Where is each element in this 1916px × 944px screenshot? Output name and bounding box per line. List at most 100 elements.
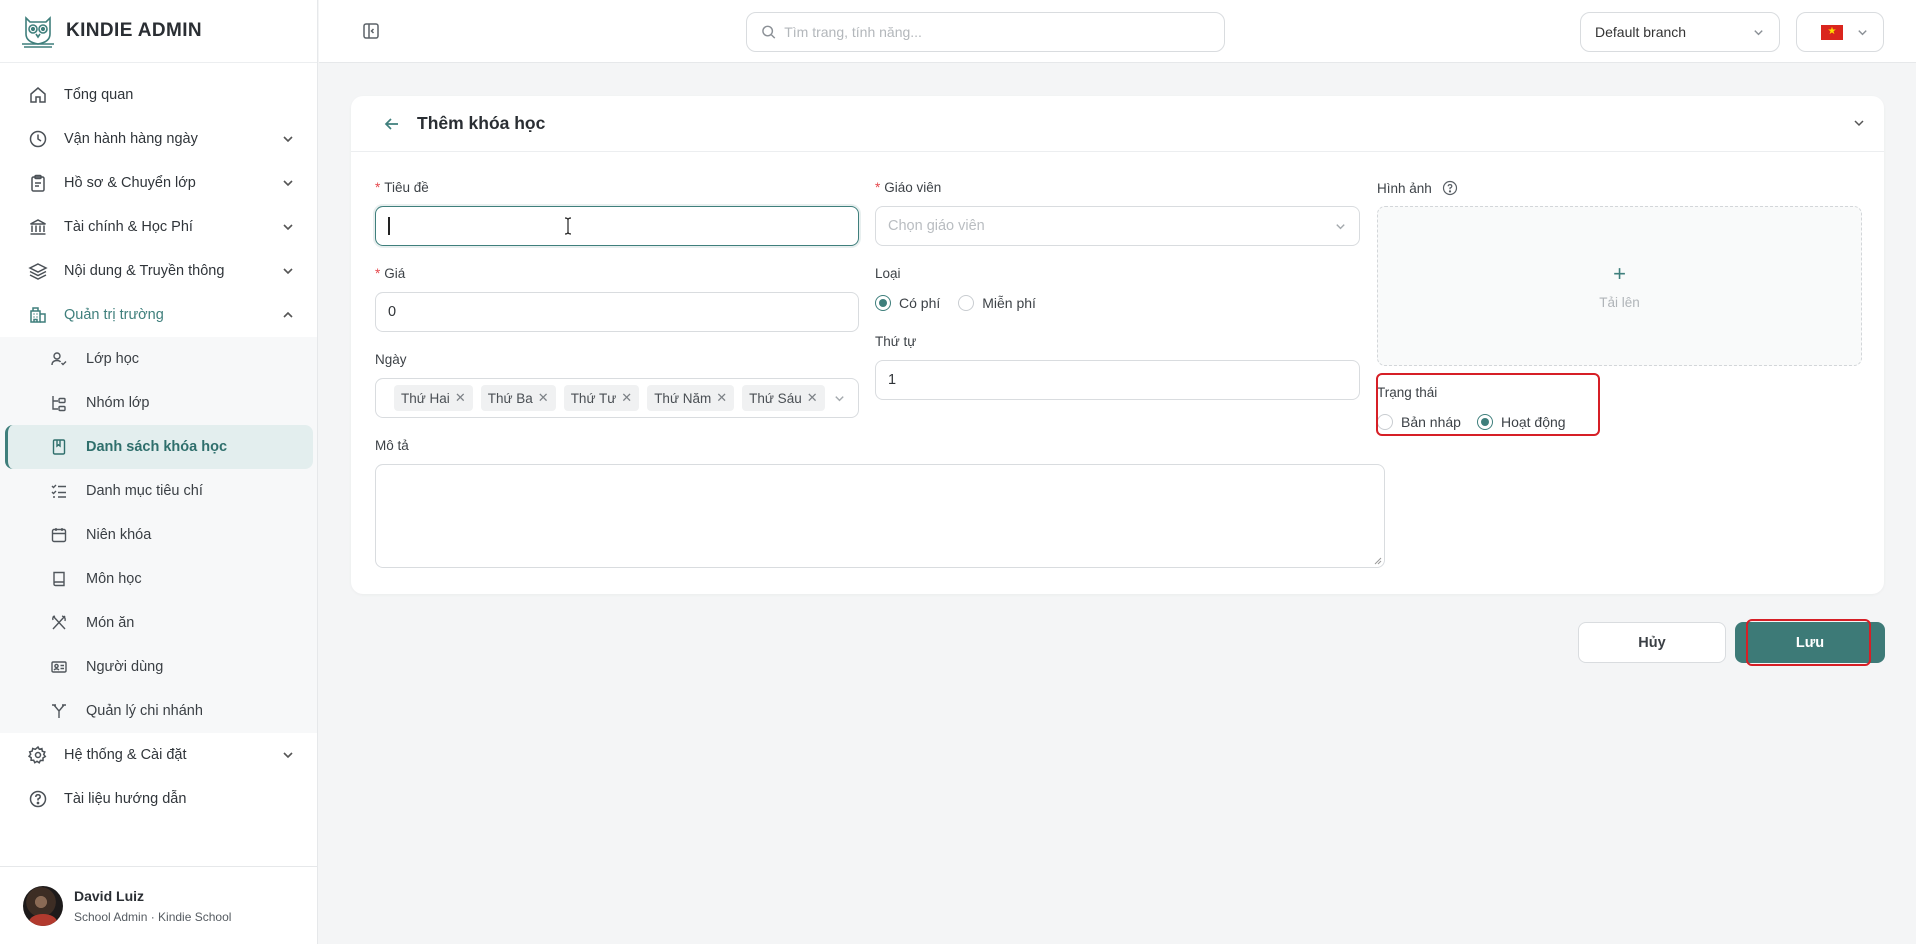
search-input[interactable]: [784, 24, 1224, 40]
sidebar-subitem-school-year[interactable]: Niên khóa: [5, 513, 313, 557]
user-profile[interactable]: David Luiz School Admin · Kindie School: [0, 866, 318, 944]
image-label-text: Hình ảnh: [1377, 181, 1432, 196]
sidebar-subitem-label: Món ăn: [86, 615, 135, 631]
day-tag: Thứ Tư ✕: [563, 385, 640, 411]
days-multiselect[interactable]: Thứ Hai ✕ Thứ Ba ✕ Thứ Tư ✕ Thứ Năm ✕ Thứ Sá…: [375, 378, 859, 418]
layers-icon: [28, 263, 48, 280]
chevron-down-icon: [283, 224, 293, 231]
sidebar-subitem-label: Danh mục tiêu chí: [86, 483, 203, 499]
type-option-paid[interactable]: Có phí: [875, 295, 940, 311]
chevron-down-icon: [1858, 29, 1867, 35]
sidebar-item-settings[interactable]: Hệ thống & Cài đặt: [0, 733, 317, 777]
sidebar-item-daily-operations[interactable]: Vận hành hàng ngày: [0, 117, 317, 161]
sidebar-item-content[interactable]: Nội dung & Truyền thông: [0, 249, 317, 293]
sidebar-item-label: Tài chính & Học Phí: [64, 219, 193, 235]
language-select[interactable]: ★: [1796, 12, 1884, 52]
branch-select[interactable]: Default branch: [1580, 12, 1780, 52]
radio-label: Bản nháp: [1401, 414, 1461, 430]
search-box[interactable]: [746, 12, 1225, 52]
sidebar-item-records[interactable]: Hồ sơ & Chuyển lớp: [0, 161, 317, 205]
remove-tag-icon[interactable]: ✕: [621, 390, 632, 406]
add-course-card: Thêm khóa học * Tiêu đề * Giá 0 Ngày Thứ H…: [351, 96, 1884, 594]
radio-unselected[interactable]: [1377, 414, 1393, 430]
day-tag: Thứ Sáu ✕: [742, 385, 825, 411]
teacher-label-text: Giáo viên: [884, 180, 942, 195]
radio-unselected[interactable]: [958, 295, 975, 311]
topbar: Default branch ★: [319, 0, 1916, 63]
cancel-button[interactable]: Hủy: [1578, 622, 1726, 663]
sidebar-item-finance[interactable]: Tài chính & Học Phí: [0, 205, 317, 249]
radio-selected[interactable]: [875, 295, 891, 311]
status-option-draft[interactable]: Bản nháp: [1377, 414, 1461, 430]
day-tag-label: Thứ Tư: [570, 390, 617, 406]
sidebar-subitem-classes[interactable]: Lớp học: [5, 337, 313, 381]
ibeam-cursor-icon: [564, 217, 572, 235]
clipboard-icon: [31, 174, 45, 192]
radio-selected[interactable]: [1476, 414, 1493, 430]
sidebar-subitem-subjects[interactable]: Môn học: [5, 557, 313, 601]
chevron-up-icon: [283, 311, 293, 318]
price-field-value: 0: [388, 304, 397, 320]
chevron-down-icon: [283, 136, 293, 143]
sidebar-item-label: Tài liệu hướng dẫn: [64, 791, 187, 807]
sidebar-subitem-label: Niên khóa: [86, 527, 152, 543]
chevron-down-icon: [835, 395, 844, 401]
sidebar-subitem-criteria[interactable]: Danh mục tiêu chí: [5, 469, 313, 513]
clock-icon: [29, 130, 47, 148]
description-textarea[interactable]: [375, 464, 1385, 568]
card-header: Thêm khóa học: [351, 96, 1884, 152]
price-label: * Giá: [375, 266, 405, 281]
question-circle-icon[interactable]: [1442, 180, 1458, 196]
image-upload[interactable]: + Tải lên: [1377, 206, 1862, 366]
upload-label: Tải lên: [1599, 294, 1640, 310]
price-field[interactable]: 0: [375, 292, 859, 332]
resize-grip-icon[interactable]: [1374, 557, 1382, 565]
image-label: Hình ảnh: [1377, 180, 1458, 196]
sidebar-subitem-meals[interactable]: Món ăn: [5, 601, 313, 645]
type-label: Loại: [875, 266, 901, 281]
chevron-down-icon[interactable]: [1852, 116, 1866, 130]
brand-name: KINDIE ADMIN: [66, 20, 203, 41]
building-icon: [30, 307, 46, 323]
arrow-left-icon[interactable]: [383, 115, 401, 133]
save-button[interactable]: Lưu: [1735, 622, 1885, 663]
teacher-select[interactable]: Chọn giáo viên: [875, 206, 1360, 246]
sidebar-subitem-users[interactable]: Người dùng: [5, 645, 313, 689]
remove-tag-icon[interactable]: ✕: [538, 390, 549, 406]
bookmark-book-icon: [52, 439, 66, 455]
sidebar-subitem-course-list[interactable]: Danh sách khóa học: [5, 425, 313, 469]
book-icon: [53, 571, 65, 587]
branch-icon: [52, 704, 66, 718]
vietnam-flag-icon: ★: [1821, 24, 1843, 40]
school-admin-submenu: Lớp học Nhóm lớp Danh sách khóa học Danh…: [0, 337, 317, 733]
chevron-down-icon: [283, 268, 293, 275]
sidebar-subitem-class-groups[interactable]: Nhóm lớp: [5, 381, 313, 425]
order-field[interactable]: 1: [875, 360, 1360, 400]
type-option-free[interactable]: Miễn phí: [958, 295, 1036, 311]
remove-tag-icon[interactable]: ✕: [807, 390, 818, 406]
status-label: Trạng thái: [1377, 385, 1438, 400]
owl-logo-icon: [22, 16, 54, 48]
utensils-icon: [52, 615, 66, 630]
sidebar-subitem-branches[interactable]: Quản lý chi nhánh: [5, 689, 313, 733]
required-mark: *: [375, 266, 381, 281]
chevron-down-icon: [283, 180, 293, 187]
group-tree-icon: [52, 396, 66, 412]
status-option-active[interactable]: Hoạt động: [1476, 414, 1566, 430]
price-label-text: Giá: [384, 266, 406, 281]
sidebar-item-school-admin[interactable]: Quản trị trường: [0, 293, 317, 337]
brand[interactable]: KINDIE ADMIN: [0, 0, 317, 63]
branch-select-value: Default branch: [1595, 24, 1687, 40]
sidebar-toggle-icon[interactable]: [362, 22, 380, 40]
sidebar-item-overview[interactable]: Tổng quan: [0, 73, 317, 117]
sidebar-item-label: Vận hành hàng ngày: [64, 131, 198, 147]
title-field[interactable]: [375, 206, 859, 246]
description-label: Mô tả: [375, 438, 409, 453]
id-card-icon: [51, 661, 67, 673]
remove-tag-icon[interactable]: ✕: [716, 390, 727, 406]
checklist-icon: [51, 484, 66, 498]
remove-tag-icon[interactable]: ✕: [455, 390, 466, 406]
radio-label: Miễn phí: [982, 295, 1036, 311]
sidebar-subitem-label: Người dùng: [86, 659, 164, 675]
sidebar-item-docs[interactable]: Tài liệu hướng dẫn: [0, 777, 317, 821]
